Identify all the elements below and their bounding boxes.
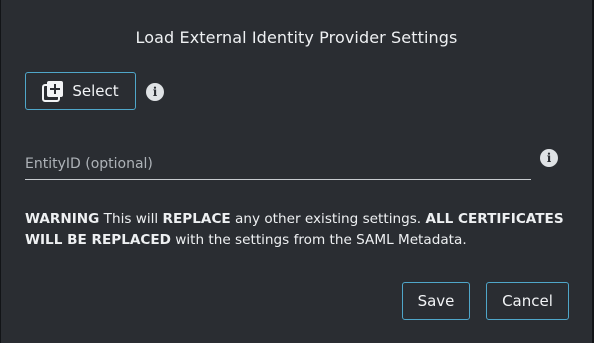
select-button[interactable]: Select xyxy=(25,72,136,110)
cancel-button[interactable]: Cancel xyxy=(486,282,569,320)
select-button-label: Select xyxy=(72,82,119,100)
dialog-title: Load External Identity Provider Settings xyxy=(135,28,458,47)
warning-text: with the settings from the SAML Metadata… xyxy=(170,232,467,248)
entity-id-field[interactable] xyxy=(25,148,531,180)
info-icon[interactable]: i xyxy=(540,149,558,167)
info-icon[interactable]: i xyxy=(146,83,164,101)
warning-message: WARNING This will REPLACE any other exis… xyxy=(25,209,573,251)
load-idp-settings-dialog: Load External Identity Provider Settings… xyxy=(1,0,592,343)
library-add-icon xyxy=(42,80,64,102)
warning-text: any other existing settings. xyxy=(230,211,426,227)
warning-text: This will xyxy=(99,211,163,227)
warning-replace-emphasis: REPLACE xyxy=(162,211,231,227)
warning-label: WARNING xyxy=(25,211,100,227)
save-button[interactable]: Save xyxy=(402,282,470,320)
